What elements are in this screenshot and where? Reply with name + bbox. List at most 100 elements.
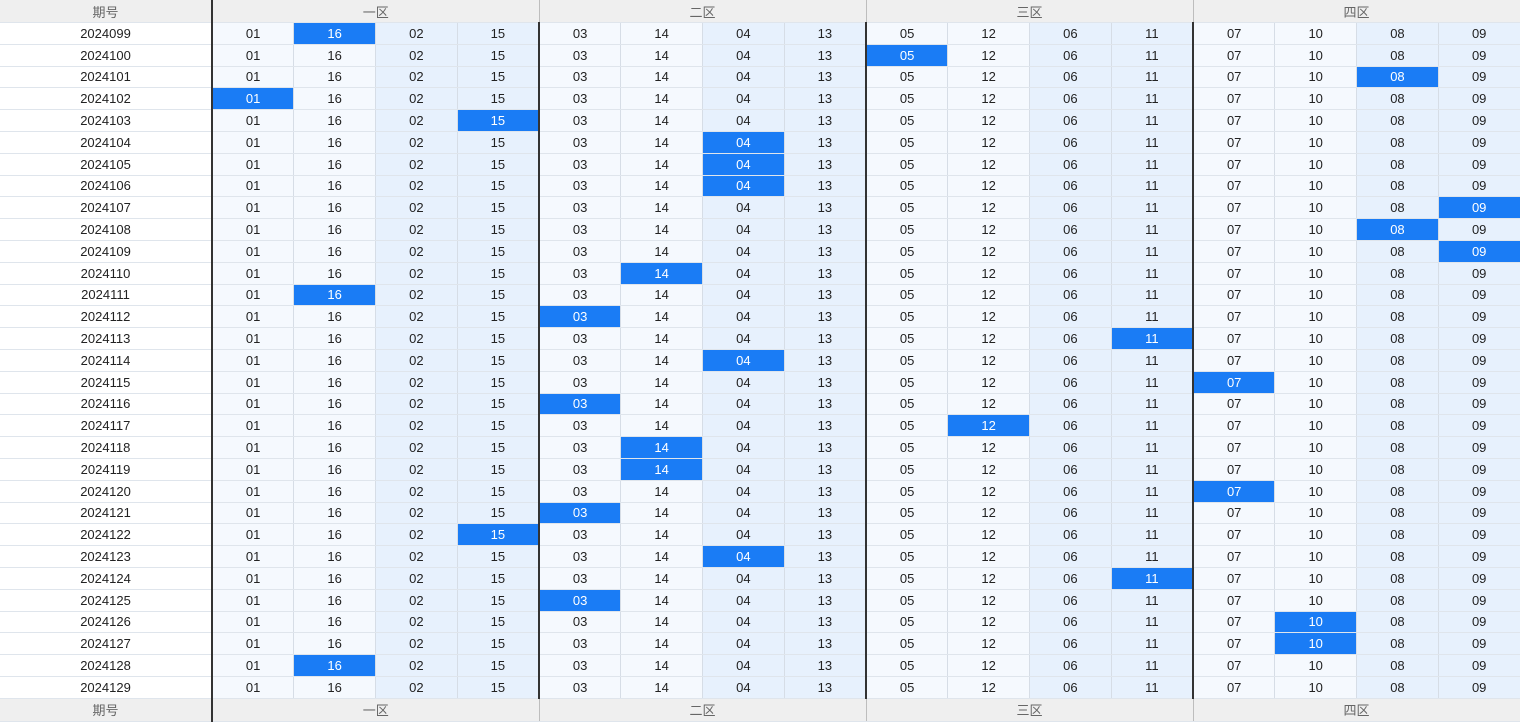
number-cell: 15 <box>457 218 541 241</box>
number-cell: 05 <box>866 393 949 416</box>
number-cell: 06 <box>1029 632 1112 656</box>
number-cell-highlighted: 04 <box>702 131 785 154</box>
period-cell: 2024101 <box>0 66 213 89</box>
table-row: 2024117 01 16 02 15 03 14 04 13 05 12 06 11 07 10 08 09 <box>0 414 1520 438</box>
number-cell: 01 <box>212 66 295 89</box>
number-cell: 10 <box>1274 240 1358 263</box>
number-cell: 11 <box>1111 523 1195 547</box>
number-cell: 11 <box>1111 44 1195 67</box>
number-cell: 11 <box>1111 502 1195 525</box>
table-row: 2024127 01 16 02 15 03 14 04 13 05 12 06 11 07 10 08 09 <box>0 632 1520 656</box>
number-cell: 01 <box>212 545 295 568</box>
number-cell: 02 <box>375 676 458 699</box>
table-row: 2024113 01 16 02 15 03 14 04 13 05 12 06 11 07 10 08 09 <box>0 327 1520 350</box>
number-cell: 01 <box>212 393 295 416</box>
number-cell: 16 <box>293 131 376 154</box>
number-cell: 01 <box>212 676 295 699</box>
number-cell: 10 <box>1274 502 1358 525</box>
table-row: 2024128 01 16 02 15 03 14 04 13 05 12 06 11 07 10 08 09 <box>0 654 1520 677</box>
number-cell: 03 <box>539 632 622 656</box>
number-cell: 08 <box>1356 131 1439 154</box>
period-cell: 2024124 <box>0 567 213 590</box>
number-cell-highlighted: 04 <box>702 153 785 176</box>
number-cell: 02 <box>375 87 458 111</box>
number-cell: 05 <box>866 349 949 372</box>
number-cell-highlighted: 12 <box>947 414 1031 438</box>
number-cell: 03 <box>539 414 622 438</box>
number-cell: 09 <box>1438 676 1520 699</box>
number-cell: 09 <box>1438 22 1520 45</box>
number-cell: 12 <box>947 523 1031 547</box>
number-cell: 10 <box>1274 589 1358 612</box>
number-cell: 13 <box>784 436 868 459</box>
table-row: 2024105 01 16 02 15 03 14 04 13 05 12 06 11 07 10 08 09 <box>0 153 1520 176</box>
number-cell: 13 <box>784 327 868 350</box>
number-cell: 16 <box>293 262 376 285</box>
period-cell: 2024128 <box>0 654 213 677</box>
period-cell: 2024118 <box>0 436 213 459</box>
number-cell: 10 <box>1274 371 1358 394</box>
number-cell: 08 <box>1356 654 1439 677</box>
number-cell-highlighted: 14 <box>620 262 704 285</box>
number-cell: 02 <box>375 262 458 285</box>
number-cell: 16 <box>293 676 376 699</box>
number-cell: 13 <box>784 175 868 198</box>
table-row: 2024107 01 16 02 15 03 14 04 13 05 12 06 11 07 10 08 09 <box>0 196 1520 220</box>
number-cell: 16 <box>293 480 376 503</box>
number-cell: 09 <box>1438 611 1520 634</box>
number-cell: 15 <box>457 284 541 307</box>
number-cell: 07 <box>1193 589 1276 612</box>
number-cell: 11 <box>1111 305 1195 329</box>
number-cell: 11 <box>1111 393 1195 416</box>
number-cell: 09 <box>1438 502 1520 525</box>
number-cell: 14 <box>620 654 704 677</box>
number-cell: 07 <box>1193 87 1276 111</box>
number-cell: 01 <box>212 284 295 307</box>
number-cell: 07 <box>1193 22 1276 45</box>
number-cell: 09 <box>1438 305 1520 329</box>
number-cell: 05 <box>866 66 949 89</box>
number-cell: 05 <box>866 545 949 568</box>
number-cell: 01 <box>212 262 295 285</box>
number-cell: 16 <box>293 66 376 89</box>
number-cell: 07 <box>1193 523 1276 547</box>
number-cell: 01 <box>212 436 295 459</box>
number-cell: 07 <box>1193 196 1276 220</box>
number-cell: 05 <box>866 131 949 154</box>
number-cell: 08 <box>1356 284 1439 307</box>
number-cell: 04 <box>702 676 785 699</box>
number-cell: 12 <box>947 284 1031 307</box>
table-row: 2024121 01 16 02 15 03 14 04 13 05 12 06 11 07 10 08 09 <box>0 502 1520 525</box>
number-cell: 01 <box>212 218 295 241</box>
number-cell: 07 <box>1193 654 1276 677</box>
number-cell: 02 <box>375 393 458 416</box>
number-cell: 07 <box>1193 284 1276 307</box>
number-cell: 04 <box>702 414 785 438</box>
number-cell: 16 <box>293 153 376 176</box>
table-row: 2024116 01 16 02 15 03 14 04 13 05 12 06 11 07 10 08 09 <box>0 393 1520 416</box>
number-cell: 04 <box>702 611 785 634</box>
number-cell: 14 <box>620 349 704 372</box>
number-cell: 10 <box>1274 305 1358 329</box>
number-cell: 04 <box>702 66 785 89</box>
number-cell: 06 <box>1029 523 1112 547</box>
number-cell: 04 <box>702 196 785 220</box>
number-cell: 12 <box>947 458 1031 481</box>
table-row: 2024119 01 16 02 15 03 14 04 13 05 12 06 11 07 10 08 09 <box>0 458 1520 481</box>
number-cell: 10 <box>1274 436 1358 459</box>
number-cell-highlighted: 14 <box>620 458 704 481</box>
number-cell: 06 <box>1029 131 1112 154</box>
number-cell: 14 <box>620 589 704 612</box>
number-cell: 09 <box>1438 371 1520 394</box>
number-cell: 02 <box>375 175 458 198</box>
number-cell: 11 <box>1111 284 1195 307</box>
number-cell: 07 <box>1193 240 1276 263</box>
period-cell: 2024104 <box>0 131 213 154</box>
number-cell: 11 <box>1111 414 1195 438</box>
number-cell: 10 <box>1274 218 1358 241</box>
number-cell: 12 <box>947 567 1031 590</box>
number-cell: 16 <box>293 44 376 67</box>
number-cell: 01 <box>212 22 295 45</box>
number-cell: 05 <box>866 436 949 459</box>
number-cell: 12 <box>947 44 1031 67</box>
